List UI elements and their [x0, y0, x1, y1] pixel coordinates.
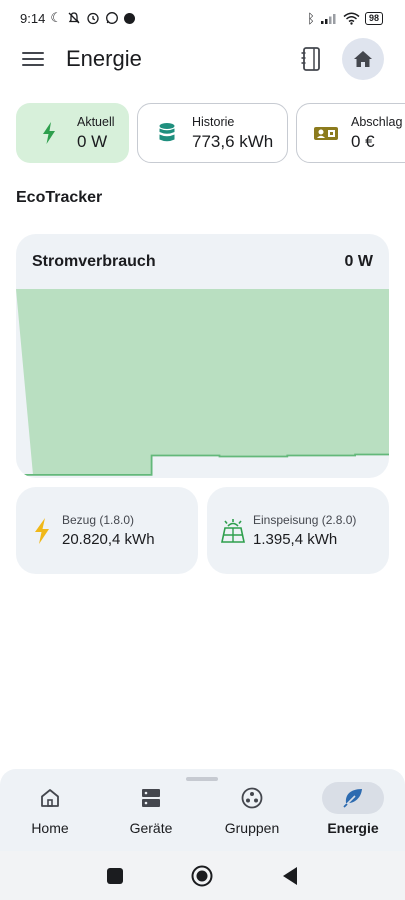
moon-icon: ☾: [50, 10, 62, 25]
power-title: Stromverbrauch: [32, 252, 156, 270]
meter-einspeisung[interactable]: Einspeisung (2.8.0) 1.395,4 kWh: [207, 487, 389, 574]
status-time: 9:14: [20, 10, 46, 26]
tab-abschlag[interactable]: Abschlag 0 €: [296, 103, 405, 163]
solar-panel-icon: [221, 518, 245, 543]
nav-label: Gruppen: [224, 820, 280, 836]
chip-value: 0 €: [351, 131, 375, 151]
bolt-icon: [35, 517, 49, 544]
home-button[interactable]: [342, 38, 384, 80]
meter-bezug[interactable]: Bezug (1.8.0) 20.820,4 kWh: [16, 487, 198, 574]
chart-area: [16, 289, 389, 475]
nav-label: Home: [31, 820, 69, 836]
tab-aktuell[interactable]: Aktuell 0 W: [16, 103, 129, 163]
bolt-icon: [43, 122, 55, 144]
devices-icon: [142, 789, 160, 807]
notifications-off-icon: [68, 12, 80, 24]
menu-icon[interactable]: [20, 49, 46, 69]
battery-icon: 98: [364, 11, 383, 25]
meter-value: 20.820,4 kWh: [62, 531, 155, 548]
power-chart: [16, 289, 389, 476]
meter-value: 1.395,4 kWh: [253, 531, 338, 548]
app-bar: Energie: [0, 36, 405, 82]
recents-icon[interactable]: [107, 868, 123, 884]
home-circle-icon[interactable]: [191, 865, 213, 887]
system-nav: [0, 851, 405, 900]
chip-label: Abschlag: [351, 114, 403, 129]
bottom-nav: Home Geräte Gruppen Energie: [0, 769, 405, 851]
power-value: 0 W: [344, 252, 373, 270]
chip-label: Historie: [192, 114, 235, 129]
nav-label: Energie: [327, 820, 379, 836]
nav-gruppen[interactable]: Gruppen: [202, 769, 302, 851]
meter-label: Einspeisung (2.8.0): [253, 513, 357, 527]
nav-home[interactable]: Home: [0, 769, 100, 851]
chip-label: Aktuell: [77, 114, 115, 129]
wifi-icon: [343, 12, 360, 25]
dot-icon: [123, 12, 135, 24]
leaf-icon: [343, 789, 362, 808]
home-icon: [354, 51, 372, 67]
whatsapp-icon: [106, 12, 118, 24]
database-icon: [159, 123, 175, 142]
status-bar: 9:14 ☾ ᛒ 98: [0, 0, 405, 36]
meter-label: Bezug (1.8.0): [62, 513, 135, 527]
nav-label: Geräte: [129, 820, 173, 836]
chip-value: 773,6 kWh: [192, 131, 274, 151]
home-icon: [41, 789, 59, 807]
nav-geraete[interactable]: Geräte: [101, 769, 201, 851]
signal-icon: [320, 14, 336, 24]
bluetooth-icon: ᛒ: [307, 10, 315, 26]
nav-energie[interactable]: Energie: [303, 769, 403, 851]
back-icon[interactable]: [282, 867, 298, 885]
alarm-icon: [87, 12, 99, 25]
notebook-icon[interactable]: [300, 46, 324, 72]
page-title: Energie: [66, 46, 142, 71]
groups-icon: [241, 787, 263, 809]
power-card[interactable]: Stromverbrauch 0 W: [16, 234, 389, 478]
energy-tabs: Aktuell 0 W Historie 773,6 kWh Abschlag …: [16, 103, 405, 163]
payment-card-icon: [314, 127, 338, 140]
chip-value: 0 W: [77, 131, 108, 151]
tab-historie[interactable]: Historie 773,6 kWh: [137, 103, 288, 163]
section-title: EcoTracker: [16, 189, 103, 206]
